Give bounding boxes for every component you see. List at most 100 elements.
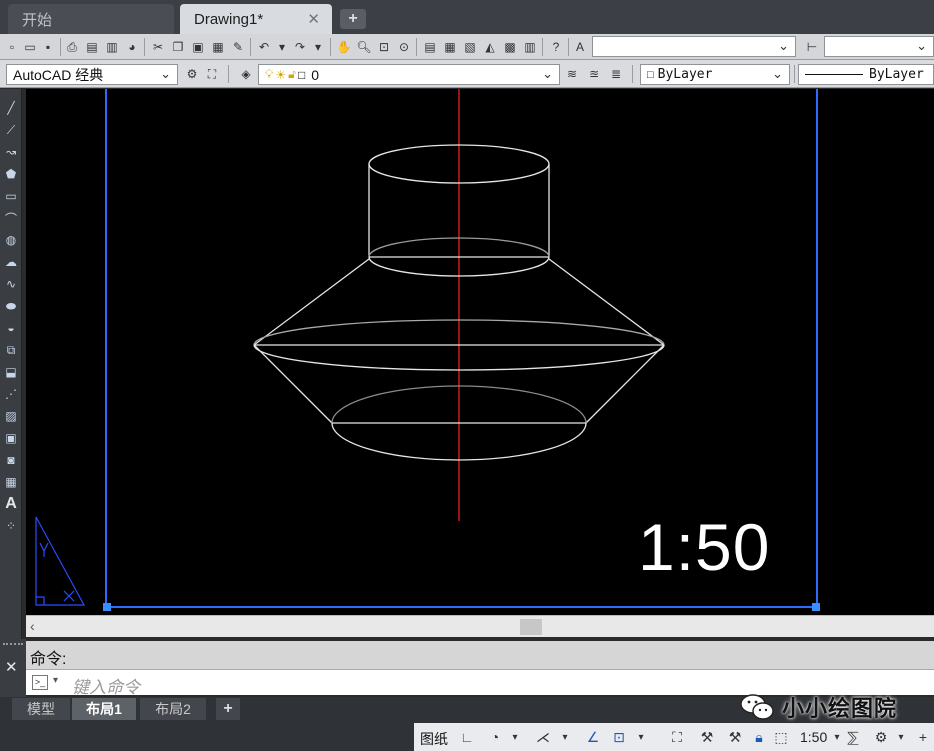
add-selected-icon[interactable]: ⁘ bbox=[2, 517, 20, 535]
scrollbar-thumb[interactable] bbox=[520, 619, 542, 635]
tab-close-icon[interactable]: ✕ bbox=[307, 10, 320, 28]
dimension-style-icon[interactable]: ⊢ bbox=[804, 39, 820, 55]
paste-icon[interactable]: ▣ bbox=[190, 39, 206, 55]
ellipse-arc-icon[interactable]: ◒ bbox=[2, 319, 20, 337]
tab-layout1[interactable]: 布局1 bbox=[72, 698, 136, 720]
polar-tracking-icon[interactable]: ◔ bbox=[486, 728, 504, 746]
new-tab-button[interactable]: + bbox=[340, 9, 366, 29]
zoom-realtime-icon[interactable]: 🔍︎ bbox=[356, 39, 372, 55]
layer-previous-icon[interactable]: ≊ bbox=[586, 66, 602, 82]
markup-icon[interactable]: ▩ bbox=[502, 39, 518, 55]
layer-dropdown[interactable]: 💡︎ ☀ 🔓︎ □ 0 ⌄ bbox=[258, 64, 560, 85]
annotation-visibility-icon[interactable]: ⚒ bbox=[698, 728, 716, 746]
pan-icon[interactable]: ✋ bbox=[336, 39, 352, 55]
command-prompt-icon[interactable]: >_ bbox=[32, 675, 48, 690]
point-tool-icon[interactable]: ⋰ bbox=[2, 385, 20, 403]
open-file-icon[interactable]: ▭ bbox=[22, 39, 38, 55]
hatch-tool-icon[interactable]: ▨ bbox=[2, 407, 20, 425]
arc-tool-icon[interactable]: ⌒ bbox=[2, 209, 20, 227]
line-tool-icon[interactable]: ╱ bbox=[2, 99, 20, 117]
drawing-canvas[interactable]: 1:50 bbox=[26, 89, 934, 615]
polyline-tool-icon[interactable]: ↝ bbox=[2, 143, 20, 161]
close-icon[interactable]: ✕ bbox=[5, 658, 18, 676]
print-preview-icon[interactable]: ▤ bbox=[84, 39, 100, 55]
gear-icon[interactable]: ⚙ bbox=[872, 728, 890, 746]
undo-icon[interactable]: ↶ bbox=[256, 39, 272, 55]
paste-block-icon[interactable]: ▦ bbox=[210, 39, 226, 55]
calculator-icon[interactable]: ▥ bbox=[522, 39, 538, 55]
text-style-icon[interactable]: A bbox=[572, 39, 588, 55]
layer-states-icon[interactable]: ≣ bbox=[608, 66, 624, 82]
tab-layout2[interactable]: 布局2 bbox=[140, 698, 206, 720]
ortho-mode-icon[interactable]: ∟ bbox=[458, 728, 476, 746]
spline-tool-icon[interactable]: ∿ bbox=[2, 275, 20, 293]
tab-model[interactable]: 模型 bbox=[12, 698, 70, 720]
redo-icon[interactable]: ↷ bbox=[292, 39, 308, 55]
tab-start-label: 开始 bbox=[22, 11, 53, 29]
chevron-down-icon[interactable]: ▾ bbox=[632, 728, 650, 746]
drag-grip-icon[interactable] bbox=[3, 643, 23, 647]
layer-manager-icon[interactable]: ◈ bbox=[238, 66, 254, 82]
new-file-icon[interactable]: ▫ bbox=[4, 39, 20, 55]
ellipse-tool-icon[interactable]: ⬬ bbox=[2, 297, 20, 315]
make-block-icon[interactable]: ⬓ bbox=[2, 363, 20, 381]
dimension-style-dropdown[interactable]: ⌄ bbox=[824, 36, 934, 57]
tool-palettes-icon[interactable]: ▧ bbox=[462, 39, 478, 55]
chevron-down-icon[interactable]: ▾ bbox=[892, 728, 910, 746]
add-layout-button[interactable]: + bbox=[216, 698, 240, 720]
horizontal-scrollbar[interactable]: ‹ bbox=[26, 615, 934, 637]
maximize-viewport-icon[interactable]: ⛶ bbox=[668, 728, 686, 746]
3d-dwf-icon[interactable]: ◕ bbox=[124, 39, 140, 55]
save-icon[interactable]: ▪ bbox=[40, 39, 56, 55]
region-tool-icon[interactable]: ◙ bbox=[2, 451, 20, 469]
gear-icon[interactable]: ⚙ bbox=[184, 66, 200, 82]
viewport-scale-icon[interactable]: ⬚ bbox=[772, 728, 790, 746]
polygon-tool-icon[interactable]: ⬟ bbox=[2, 165, 20, 183]
lock-icon[interactable]: 🔒︎ bbox=[750, 728, 768, 746]
workspace-settings-icon[interactable]: ⛶ bbox=[204, 66, 220, 82]
paper-space-toggle[interactable]: 图纸 bbox=[420, 729, 448, 749]
zoom-previous-icon[interactable]: ⊙ bbox=[396, 39, 412, 55]
workspace-dropdown[interactable]: AutoCAD 经典 ⌄ bbox=[6, 64, 178, 85]
object-snap-icon[interactable]: ⊡ bbox=[610, 728, 628, 746]
make-object-layer-current-icon[interactable]: ≋ bbox=[564, 66, 580, 82]
tab-drawing1[interactable]: Drawing1* ✕ bbox=[180, 4, 332, 34]
table-tool-icon[interactable]: ▦ bbox=[2, 473, 20, 491]
customize-plus-icon[interactable]: + bbox=[914, 728, 932, 746]
linetype-dropdown[interactable]: ByLayer bbox=[798, 64, 934, 85]
zoom-window-icon[interactable]: ⊡ bbox=[376, 39, 392, 55]
auto-scale-icon[interactable]: ⚒ bbox=[726, 728, 744, 746]
copy-icon[interactable]: ❐ bbox=[170, 39, 186, 55]
properties-icon[interactable]: ▤ bbox=[422, 39, 438, 55]
isodraft-icon[interactable]: ⋌ bbox=[534, 728, 552, 746]
annotation-scale-icon[interactable]: ⅀ bbox=[844, 728, 862, 746]
design-center-icon[interactable]: ▦ bbox=[442, 39, 458, 55]
redo-dropdown-icon[interactable]: ▾ bbox=[310, 39, 326, 55]
chevron-down-icon[interactable]: ▾ bbox=[506, 728, 524, 746]
construction-line-icon[interactable]: ⟋ bbox=[2, 121, 20, 139]
text-style-dropdown[interactable]: ⌄ bbox=[592, 36, 796, 57]
sheet-set-icon[interactable]: ◭ bbox=[482, 39, 498, 55]
circle-tool-icon[interactable]: ◍ bbox=[2, 231, 20, 249]
gradient-tool-icon[interactable]: ▣ bbox=[2, 429, 20, 447]
rectangle-tool-icon[interactable]: ▭ bbox=[2, 187, 20, 205]
chevron-down-icon[interactable]: ▾ bbox=[556, 728, 574, 746]
publish-icon[interactable]: ▥ bbox=[104, 39, 120, 55]
scroll-left-icon[interactable]: ‹ bbox=[30, 618, 35, 634]
revision-cloud-icon[interactable]: ☁ bbox=[2, 253, 20, 271]
tab-start[interactable]: 开始 bbox=[8, 4, 174, 34]
print-icon[interactable]: ⎙ bbox=[64, 39, 80, 55]
cut-icon[interactable]: ✂ bbox=[150, 39, 166, 55]
color-dropdown[interactable]: □ ByLayer ⌄ bbox=[640, 64, 790, 85]
command-line-handle[interactable]: ✕ bbox=[0, 639, 26, 697]
help-icon[interactable]: ? bbox=[548, 39, 564, 55]
viewport-grip[interactable] bbox=[103, 603, 111, 611]
multiline-text-tool[interactable]: A bbox=[2, 495, 20, 513]
chevron-down-icon[interactable]: ▾ bbox=[53, 675, 58, 686]
viewport-scale-value[interactable]: 1:50 bbox=[800, 729, 827, 745]
viewport-grip[interactable] bbox=[812, 603, 820, 611]
insert-block-icon[interactable]: ⧉ bbox=[2, 341, 20, 359]
object-snap-tracking-icon[interactable]: ∠ bbox=[584, 728, 602, 746]
undo-dropdown-icon[interactable]: ▾ bbox=[274, 39, 290, 55]
match-properties-icon[interactable]: ✎ bbox=[230, 39, 246, 55]
